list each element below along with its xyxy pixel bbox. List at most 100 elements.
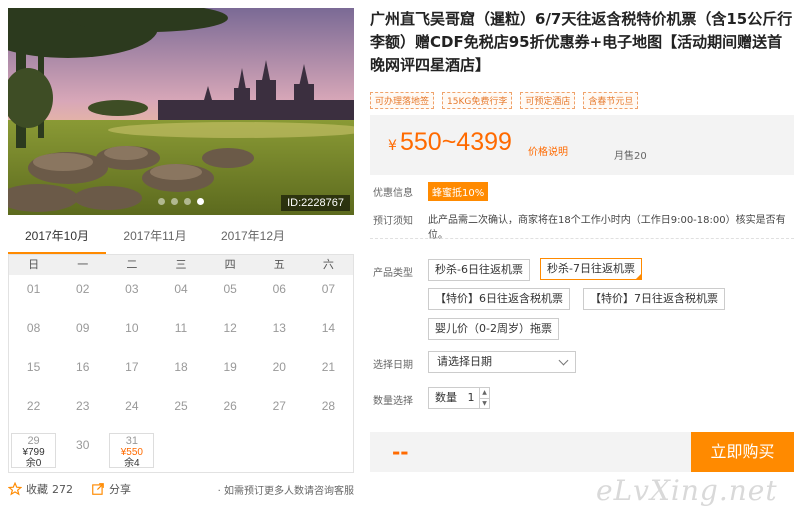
divider — [370, 238, 794, 239]
option-flash-6day[interactable]: 秒杀-6日往返机票 — [428, 259, 530, 281]
product-type-label: 产品类型 — [373, 268, 413, 279]
total-price: -- — [392, 440, 409, 464]
product-title: 广州直飞吴哥窟（暹粒）6/7天往返含税特价机票（含15公斤行李额）赠CDF免税店… — [370, 10, 793, 74]
monthly-sales: 月售20 — [614, 151, 647, 162]
feature-tag: 可办理落地签 — [370, 92, 435, 109]
feature-tags: 可办理落地签 15KG免费行李 可预定酒店 含春节元旦 — [370, 92, 639, 109]
calendar-grid: 01 02 03 04 05 06 07 08 09 10 11 12 13 1… — [9, 275, 353, 470]
carousel-dot[interactable] — [158, 198, 165, 205]
feature-tag: 15KG免费行李 — [442, 92, 513, 109]
tab-month-dec[interactable]: 2017年12月 — [204, 224, 302, 254]
quantity-label: 数量选择 — [373, 396, 413, 407]
weekday-label: 二 — [126, 258, 138, 271]
calendar-day: 14 — [321, 321, 336, 335]
calendar-day: 30 — [76, 438, 90, 452]
decrement-button[interactable]: ▼ — [480, 397, 489, 409]
weekday-label: 五 — [273, 258, 285, 271]
notice-text: 此产品需二次确认，商家将在18个工作小时内（工作日9:00-18:00）核实是否… — [428, 215, 786, 241]
image-id-label: ID:2228767 — [281, 195, 350, 211]
angkor-wat-photo — [8, 8, 354, 215]
calendar-day: 16 — [76, 360, 90, 374]
calendar-day: 28 — [321, 399, 336, 413]
weekday-label: 日 — [28, 258, 40, 271]
calendar-day: 10 — [125, 321, 139, 335]
site-watermark: eLvXing.net — [596, 474, 778, 507]
calendar-day: 26 — [223, 399, 237, 413]
price-panel: ¥ 550~4399 价格说明 月售20 — [370, 115, 794, 175]
day-number: 29 — [27, 435, 40, 447]
calendar-day: 22 — [26, 399, 41, 413]
share-icon — [92, 483, 104, 495]
tab-month-oct[interactable]: 2017年10月 — [8, 224, 106, 254]
consult-note: · 如需预订更多人数请咨询客服 — [217, 485, 354, 497]
month-tabs: 2017年10月 2017年11月 2017年12月 — [8, 224, 354, 254]
calendar-day: 24 — [125, 399, 139, 413]
calendar-day: 05 — [223, 282, 237, 296]
calendar-day-available[interactable]: 31 ¥550 余4 — [109, 433, 155, 469]
option-infant[interactable]: 婴儿价（0-2周岁）拖票 — [428, 318, 559, 340]
calendar-day-available[interactable]: 29 ¥799 余0 — [11, 433, 57, 469]
weekday-label: 六 — [322, 258, 334, 271]
weekday-label: 三 — [175, 258, 187, 271]
increment-button[interactable]: ▲ — [480, 388, 489, 398]
calendar-day: 12 — [223, 321, 237, 335]
day-stock: 余4 — [124, 458, 140, 469]
product-image[interactable]: ID:2228767 — [8, 8, 354, 215]
tab-month-nov[interactable]: 2017年11月 — [106, 224, 204, 254]
quantity-stepper[interactable]: 数量 1 ▲ ▼ — [428, 387, 490, 409]
buy-now-button[interactable]: 立即购买 — [691, 432, 794, 472]
calendar-day: 04 — [174, 282, 188, 296]
calendar-day: 01 — [26, 282, 41, 296]
promo-badge: 蜂蜜抵10% — [428, 182, 489, 201]
option-flash-7day[interactable]: 秒杀-7日往返机票 — [540, 258, 642, 280]
calendar-day: 18 — [174, 360, 188, 374]
day-price: ¥550 — [120, 447, 143, 458]
weekday-label: 四 — [224, 258, 236, 271]
option-special-7day[interactable]: 【特价】7日往返含税机票 — [583, 288, 725, 310]
feature-tag: 含春节元旦 — [583, 92, 639, 109]
calendar-day: 15 — [26, 360, 41, 374]
calendar-day: 17 — [125, 360, 139, 374]
weekday-header: 日 一 二 三 四 五 六 — [9, 255, 353, 275]
calendar-day: 25 — [174, 399, 188, 413]
date-select-placeholder: 请选择日期 — [437, 355, 492, 368]
calendar: 日 一 二 三 四 五 六 01 02 03 04 05 06 07 08 09… — [8, 254, 354, 473]
calendar-day: 23 — [76, 399, 90, 413]
quantity-arrows: ▲ ▼ — [479, 388, 489, 408]
calendar-day: 06 — [272, 282, 286, 296]
calendar-day: 27 — [272, 399, 286, 413]
favorite-label: 收藏 — [26, 483, 48, 496]
calendar-day: 03 — [125, 282, 139, 296]
feature-tag: 可预定酒店 — [520, 92, 576, 109]
favorite-count: 272 — [52, 482, 73, 496]
price-currency: ¥ — [388, 138, 397, 154]
date-label: 选择日期 — [373, 360, 413, 371]
action-bar: 收藏 272 分享 · 如需预订更多人数请咨询客服 — [8, 478, 354, 500]
star-icon — [8, 482, 22, 496]
favorite-button[interactable]: 收藏 272 — [8, 481, 73, 497]
calendar-day: 13 — [272, 321, 286, 335]
share-button[interactable]: 分享 — [91, 481, 131, 497]
calendar-day: 09 — [76, 321, 90, 335]
calendar-day: 08 — [26, 321, 41, 335]
calendar-day: 21 — [321, 360, 336, 374]
carousel-dot[interactable] — [184, 198, 191, 205]
carousel-dot[interactable] — [171, 198, 178, 205]
quantity-value[interactable]: 1 — [463, 388, 479, 408]
calendar-day: 07 — [321, 282, 336, 296]
quantity-prefix: 数量 — [435, 391, 457, 404]
option-special-6day[interactable]: 【特价】6日往返含税机票 — [428, 288, 570, 310]
carousel-dot-active[interactable] — [197, 198, 204, 205]
day-price: ¥799 — [22, 447, 45, 458]
purchase-bar: -- 立即购买 — [370, 432, 794, 472]
carousel-dots[interactable] — [158, 198, 204, 205]
price-explanation-link[interactable]: 价格说明 — [528, 143, 568, 158]
share-label: 分享 — [109, 483, 131, 496]
weekday-label: 一 — [77, 258, 89, 271]
notice-label: 预订须知 — [373, 216, 413, 227]
price-range: 550~4399 — [400, 128, 512, 156]
day-number: 31 — [125, 435, 138, 447]
day-stock: 余0 — [25, 458, 42, 469]
calendar-day: 19 — [223, 360, 237, 374]
date-select[interactable]: 请选择日期 — [428, 351, 576, 373]
